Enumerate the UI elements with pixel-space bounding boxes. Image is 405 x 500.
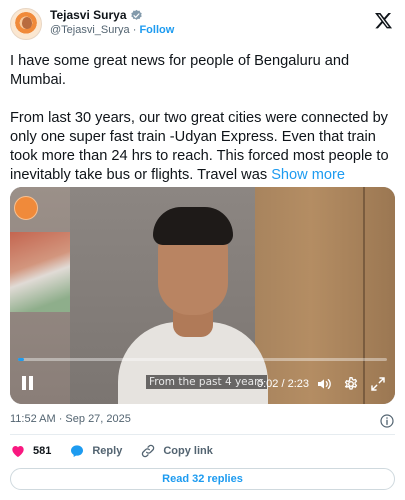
verified-badge-icon: [130, 9, 142, 20]
pause-icon[interactable]: [22, 376, 34, 390]
post-actions: 581 Reply Copy link: [10, 442, 231, 460]
video-caption: From the past 4 years: [146, 375, 267, 389]
read-replies-label: Read 32 replies: [162, 473, 243, 485]
video-progress-bar[interactable]: [18, 358, 387, 361]
video-controls: From the past 4 years 0:02 / 2:23: [10, 373, 395, 395]
like-button[interactable]: 581: [10, 443, 51, 459]
read-replies-button[interactable]: Read 32 replies: [10, 468, 395, 490]
post-timestamp[interactable]: 11:52 AM · Sep 27, 2025: [10, 413, 131, 425]
show-more-link[interactable]: Show more: [271, 167, 345, 183]
video-player[interactable]: From the past 4 years 0:02 / 2:23: [10, 187, 395, 404]
link-icon: [142, 444, 155, 458]
door-edge: [363, 187, 365, 404]
info-icon[interactable]: [379, 413, 395, 429]
author-info: Tejasvi Surya @Tejasvi_Surya · Follow: [50, 8, 174, 38]
post-text: I have some great news for people of Ben…: [10, 52, 398, 185]
channel-logo: [14, 196, 38, 220]
follow-button[interactable]: Follow: [139, 24, 174, 36]
reply-label: Reply: [92, 445, 123, 457]
embedded-post-card: Tejasvi Surya @Tejasvi_Surya · Follow I …: [0, 0, 405, 500]
heart-icon: [12, 446, 24, 457]
post-meta: 11:52 AM · Sep 27, 2025: [10, 413, 395, 431]
x-logo-icon[interactable]: [374, 11, 393, 30]
video-person-hair: [153, 207, 233, 245]
post-paragraph-1: I have some great news for people of Ben…: [10, 53, 350, 88]
expand-icon[interactable]: [370, 376, 386, 392]
handle[interactable]: @Tejasvi_Surya: [50, 24, 130, 36]
copy-link-label: Copy link: [163, 445, 213, 457]
copy-link-button[interactable]: Copy link: [140, 443, 213, 459]
avatar[interactable]: [10, 8, 42, 40]
video-time: 0:02 / 2:23: [257, 378, 309, 390]
display-name[interactable]: Tejasvi Surya: [50, 8, 127, 22]
reply-button[interactable]: Reply: [69, 443, 122, 459]
gear-icon[interactable]: [343, 376, 359, 392]
separator: ·: [132, 24, 137, 37]
post-paragraph-2: From last 30 years, our two great cities…: [10, 109, 398, 185]
volume-icon[interactable]: [316, 376, 332, 392]
divider: [10, 434, 395, 435]
video-frame-map: [10, 232, 70, 312]
post-header: Tejasvi Surya @Tejasvi_Surya · Follow: [10, 8, 395, 44]
reply-icon: [71, 445, 84, 457]
video-frame-door: [255, 187, 395, 404]
video-progress-fill: [18, 358, 24, 361]
like-count: 581: [33, 445, 52, 457]
